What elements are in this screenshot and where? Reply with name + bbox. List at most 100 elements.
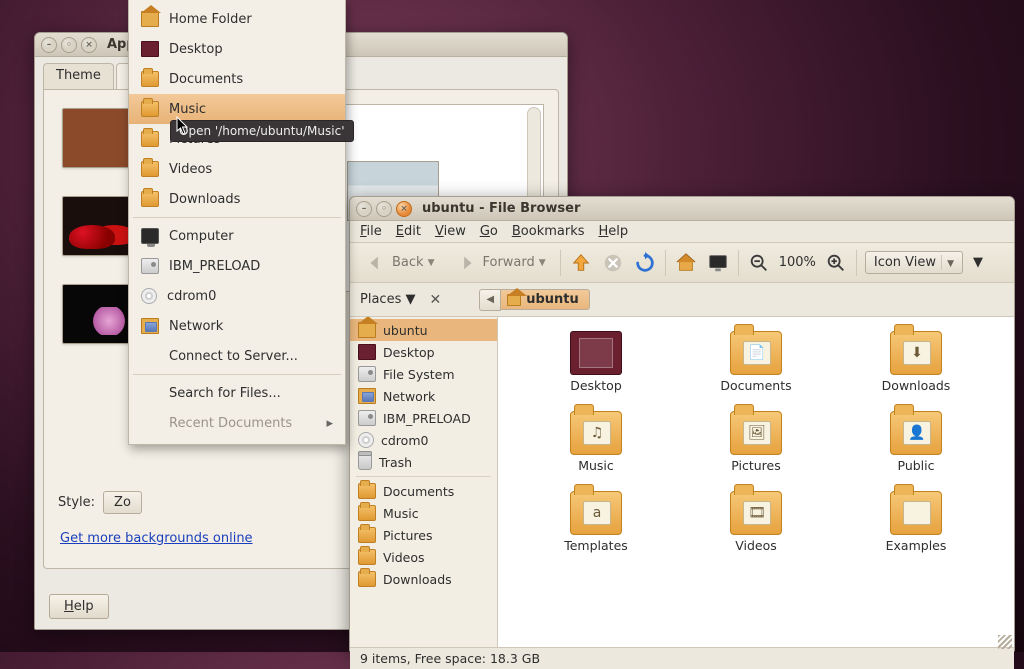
forward-button[interactable]: Forward ▼ xyxy=(448,249,551,277)
view-mode-combo[interactable]: Icon View ▼ xyxy=(865,251,963,274)
pref-minimize-button[interactable]: – xyxy=(41,37,57,53)
home-icon xyxy=(358,322,376,338)
network-icon xyxy=(141,318,159,334)
file-label: Templates xyxy=(564,538,628,553)
sidebar-item-ibm-preload[interactable]: IBM_PRELOAD xyxy=(350,407,497,429)
places-item-recent-documents[interactable]: Recent Documents▸ xyxy=(129,408,345,438)
menu-item-label: Desktop xyxy=(169,42,333,57)
tab-theme[interactable]: Theme xyxy=(43,63,114,89)
stop-button[interactable] xyxy=(601,251,625,275)
pref-close-button[interactable]: × xyxy=(81,37,97,53)
arrow-left-icon xyxy=(364,251,388,275)
home-button[interactable] xyxy=(674,251,698,275)
sidebar-item-label: Downloads xyxy=(383,572,452,587)
menu-help[interactable]: Help xyxy=(599,224,629,239)
resize-grip[interactable] xyxy=(998,635,1012,649)
zoom-out-button[interactable] xyxy=(747,251,771,275)
menu-go[interactable]: Go xyxy=(480,224,498,239)
places-item-documents[interactable]: Documents xyxy=(129,64,345,94)
file-examples[interactable]: Examples xyxy=(856,491,976,553)
pref-maximize-button[interactable]: ◦ xyxy=(61,37,77,53)
hdd-icon xyxy=(358,410,376,426)
menu-item-label: cdrom0 xyxy=(167,289,333,304)
toolbar-separator xyxy=(856,250,857,276)
sidebar-item-label: Desktop xyxy=(383,345,435,360)
fb-titlebar[interactable]: – ◦ × ubuntu - File Browser xyxy=(350,197,1014,221)
up-button[interactable] xyxy=(569,251,593,275)
folder-icon xyxy=(358,571,376,587)
menu-edit[interactable]: Edit xyxy=(396,224,421,239)
folder-music-icon xyxy=(141,101,159,117)
file-public[interactable]: 👤Public xyxy=(856,411,976,473)
sidebar-item-label: IBM_PRELOAD xyxy=(383,411,471,426)
sidebar-item-documents[interactable]: Documents xyxy=(350,480,497,502)
arrow-right-icon xyxy=(454,251,478,275)
folder-icon: 📄 xyxy=(730,331,782,375)
fb-title: ubuntu - File Browser xyxy=(422,201,580,216)
file-downloads[interactable]: ⬇Downloads xyxy=(856,331,976,393)
sidebar-item-trash[interactable]: Trash xyxy=(350,451,497,473)
places-item-network[interactable]: Network xyxy=(129,311,345,341)
file-templates[interactable]: aTemplates xyxy=(536,491,656,553)
sidebar-item-file-system[interactable]: File System xyxy=(350,363,497,385)
chevron-down-icon[interactable]: ▼ xyxy=(428,258,435,268)
toolbar-overflow[interactable]: ▼ xyxy=(973,255,983,270)
sidebar-item-desktop[interactable]: Desktop xyxy=(350,341,497,363)
sidebar-item-label: cdrom0 xyxy=(381,433,428,448)
places-pane-toggle[interactable]: Places ▼ xyxy=(360,292,415,307)
toolbar-separator xyxy=(560,250,561,276)
sidebar-item-downloads[interactable]: Downloads xyxy=(350,568,497,590)
sidebar-item-videos[interactable]: Videos xyxy=(350,546,497,568)
fb-minimize-button[interactable]: – xyxy=(356,201,372,217)
file-label: Documents xyxy=(720,378,791,393)
file-music[interactable]: ♫Music xyxy=(536,411,656,473)
reload-button[interactable] xyxy=(633,251,657,275)
places-item-downloads[interactable]: Downloads xyxy=(129,184,345,214)
more-backgrounds-link[interactable]: Get more backgrounds online xyxy=(60,531,253,546)
file-videos[interactable]: 🎞Videos xyxy=(696,491,816,553)
folder-icon xyxy=(358,505,376,521)
sidebar-item-ubuntu[interactable]: ubuntu xyxy=(350,319,497,341)
places-item-search-for-files-[interactable]: Search for Files... xyxy=(129,378,345,408)
sidebar-item-network[interactable]: Network xyxy=(350,385,497,407)
menu-item-label: Downloads xyxy=(169,192,333,207)
sidebar-item-cdrom0[interactable]: cdrom0 xyxy=(350,429,497,451)
folder-icon: 👤 xyxy=(890,411,942,455)
places-tooltip: Open '/home/ubuntu/Music' xyxy=(170,120,354,142)
fb-sidebar: ubuntu Desktop File SystemNetwork IBM_PRELO… xyxy=(350,317,498,647)
back-button[interactable]: Back ▼ xyxy=(358,249,440,277)
zoom-level: 100% xyxy=(779,255,816,270)
file-label: Videos xyxy=(735,538,777,553)
menu-item-label: Documents xyxy=(169,72,333,87)
zoom-in-button[interactable] xyxy=(824,251,848,275)
fb-close-button[interactable]: × xyxy=(396,201,412,217)
places-item-desktop[interactable]: Desktop xyxy=(129,34,345,64)
places-item-home-folder[interactable]: Home Folder xyxy=(129,4,345,34)
sidebar-item-pictures[interactable]: Pictures xyxy=(350,524,497,546)
folder-icon xyxy=(141,71,159,87)
file-label: Examples xyxy=(886,538,947,553)
file-pictures[interactable]: 🖼Pictures xyxy=(696,411,816,473)
chevron-down-icon[interactable]: ▼ xyxy=(539,258,546,268)
places-item-computer[interactable]: Computer xyxy=(129,221,345,251)
style-combo[interactable]: Zo xyxy=(103,491,142,514)
breadcrumb-current[interactable]: ubuntu xyxy=(501,289,590,310)
help-button[interactable]: Help xyxy=(49,594,109,619)
places-item-connect-to-server-[interactable]: Connect to Server... xyxy=(129,341,345,371)
home-icon xyxy=(507,294,521,306)
fb-icon-area[interactable]: Desktop 📄 Documents ⬇Downloads ♫Music 🖼Pictur… xyxy=(498,317,1014,647)
close-sidebar-button[interactable]: ✕ xyxy=(425,292,445,308)
menu-file[interactable]: File xyxy=(360,224,382,239)
file-desktop[interactable]: Desktop xyxy=(536,331,656,393)
desktop-icon xyxy=(141,41,159,57)
file-documents[interactable]: 📄 Documents xyxy=(696,331,816,393)
places-item-videos[interactable]: Videos xyxy=(129,154,345,184)
fb-maximize-button[interactable]: ◦ xyxy=(376,201,392,217)
computer-button[interactable] xyxy=(706,251,730,275)
menu-bookmarks[interactable]: Bookmarks xyxy=(512,224,585,239)
menu-view[interactable]: View xyxy=(435,224,466,239)
path-back-button[interactable]: ◀ xyxy=(479,289,501,311)
places-item-cdrom0[interactable]: cdrom0 xyxy=(129,281,345,311)
sidebar-item-music[interactable]: Music xyxy=(350,502,497,524)
places-item-ibm-preload[interactable]: IBM_PRELOAD xyxy=(129,251,345,281)
